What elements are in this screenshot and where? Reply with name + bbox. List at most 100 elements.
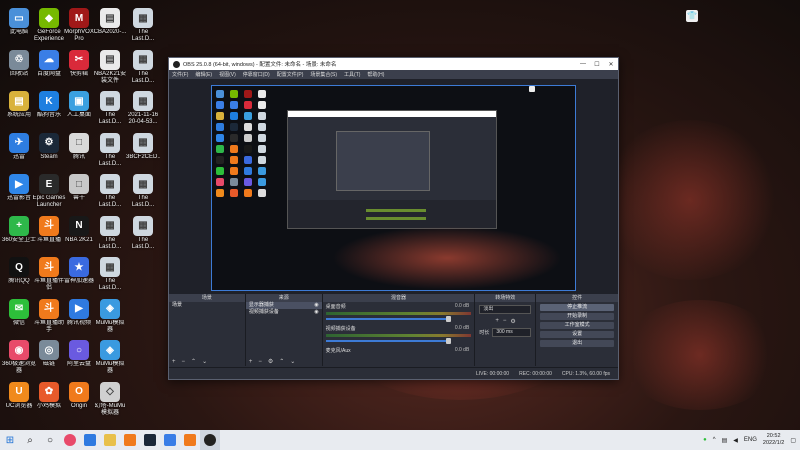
duration-input[interactable]: 300 ms [492, 328, 532, 337]
start-recording-button[interactable]: 开始录制 [540, 313, 614, 320]
desktop-icon[interactable]: E Epic Games Launcher [32, 174, 66, 209]
desktop-icon[interactable]: ◇ 幻塔-MuMu模拟器 [93, 381, 127, 417]
desktop-icon[interactable]: ▶ 迅雷影音 [2, 174, 36, 209]
remove-source-button[interactable]: − [258, 359, 262, 365]
desktop-icon[interactable]: ▦ The Last.D... [126, 49, 160, 85]
task-view-icon[interactable]: ○ [40, 430, 60, 450]
scene-item[interactable]: 场景 [169, 302, 245, 309]
stop-streaming-button[interactable]: 停止推流 [540, 304, 614, 311]
desktop-icon[interactable]: ▦ The Last.D... [93, 215, 127, 251]
desktop-icon[interactable]: ▦ The Last.D... [93, 91, 127, 126]
desktop-icon[interactable]: ♲ 回收站 [2, 49, 36, 85]
menu-view[interactable]: 视图(V) [219, 71, 236, 78]
menu-file[interactable]: 文件(F) [172, 71, 188, 78]
notification-icon[interactable]: ^ [713, 437, 716, 443]
steam-taskbar-icon[interactable] [140, 430, 160, 450]
desktop-icon[interactable]: ▦ The Last.D... [126, 8, 160, 43]
desktop-icon[interactable]: K 酷狗音乐 [32, 91, 66, 126]
clock[interactable]: 20:52 2022/1/2 [763, 433, 784, 447]
remove-transition-button[interactable]: − [503, 318, 507, 325]
obs-taskbar-icon[interactable] [200, 430, 220, 450]
volume-slider[interactable] [325, 316, 452, 322]
desktop-icon[interactable]: +360安全卫士 [2, 215, 36, 251]
desktop-icon[interactable]: ▦ The Last.D... [126, 215, 160, 251]
menu-edit[interactable]: 编辑(E) [195, 71, 212, 78]
browser-taskbar-icon[interactable] [60, 430, 80, 450]
add-transition-button[interactable]: + [495, 318, 499, 325]
gear-icon[interactable]: ⚙ [268, 358, 273, 365]
desktop-icon[interactable]: ✂ 快剪辑 [62, 49, 96, 85]
desktop-icon[interactable]: O Origin [62, 381, 96, 417]
desktop-icon[interactable]: ◎ 磁链 [32, 340, 66, 375]
source-item[interactable]: 视频捕获设备 ◉ [246, 309, 322, 316]
source-item[interactable]: 显示器捕获 ◉ [245, 302, 322, 309]
desktop-icon[interactable]: ⚙ Steam [32, 132, 66, 168]
menu-help[interactable]: 帮助(H) [367, 71, 384, 78]
desktop-icon[interactable]: □ 兽千 [62, 174, 96, 209]
desktop-icon[interactable]: 斗斗鱼直播 [32, 215, 66, 251]
network-icon[interactable]: ▤ [722, 437, 728, 444]
desktop-icon[interactable]: M MorphVOX Pro [62, 8, 96, 43]
desktop-icon[interactable]: ◉ 360极速浏览器 [2, 340, 36, 375]
desktop-icon[interactable]: ✈ 迅雷 [2, 132, 36, 168]
menu-scene-collection[interactable]: 场景集合(S) [310, 71, 337, 78]
desktop-icon[interactable]: ▦ The Last.D... [126, 174, 160, 209]
desktop-icon[interactable]: ▤ NBA2K21安装文件 [93, 49, 127, 85]
program-preview[interactable] [211, 85, 576, 291]
desktop-icon[interactable]: ◈ MuMu模拟器 [93, 298, 127, 334]
douyu-taskbar-icon[interactable] [120, 430, 140, 450]
settings-button[interactable]: 设置 [540, 331, 614, 338]
desktop-icon[interactable]: ▦ 3BCF2CED... [126, 132, 160, 168]
desktop-icon[interactable]: ✿ 小鸡模拟 [32, 381, 66, 417]
desktop-icon[interactable]: ◆ GeForce Experience [32, 8, 66, 43]
desktop-icon[interactable]: ▦ The Last.D... [93, 132, 127, 168]
file-explorer-icon[interactable] [100, 430, 120, 450]
windows-start-icon[interactable]: ⊞ [0, 430, 20, 450]
desktop-icon[interactable]: □ 腾讯 [62, 132, 96, 168]
eye-icon[interactable]: ◉ [314, 309, 318, 316]
transition-select[interactable]: 淡出 [479, 305, 532, 314]
desktop-icon[interactable]: ◈ MuMu模拟器 [93, 340, 127, 375]
desktop-icon[interactable]: ▶ 腾讯视频 [62, 298, 96, 334]
desktop-icon[interactable]: ★ 雷神加速器 [62, 257, 96, 292]
desktop-icon[interactable]: ☁ 百度网盘 [32, 49, 66, 85]
menu-profile[interactable]: 配置文件(P) [277, 71, 304, 78]
language-indicator[interactable]: ENG [744, 437, 757, 443]
volume-icon[interactable]: ◀ [733, 437, 738, 444]
move-up-icon[interactable]: ⌃ [279, 358, 284, 365]
desktop-icon[interactable]: 斗斗鱼直播伴侣 [32, 257, 66, 292]
move-up-icon[interactable]: ⌃ [191, 358, 196, 365]
desktop-icon[interactable]: Q 腾讯QQ [2, 257, 36, 292]
action-center-icon[interactable]: ▢ [790, 437, 796, 444]
desktop-icon[interactable]: ○ 阿里云盘 [62, 340, 96, 375]
eye-icon[interactable]: ◉ [314, 302, 318, 309]
remove-scene-button[interactable]: − [182, 359, 186, 365]
menu-docks[interactable]: 停靠窗口(D) [243, 71, 270, 78]
exit-button[interactable]: 退出 [540, 340, 614, 347]
volume-slider[interactable] [325, 338, 452, 344]
studio-mode-button[interactable]: 工作室模式 [540, 322, 614, 329]
move-down-icon[interactable]: ⌄ [290, 358, 295, 365]
desktop-icon[interactable]: ▤ CBA2020-... [93, 8, 127, 43]
desktop-icon[interactable]: ▦ 2021-11-16 20-04-53... [126, 91, 160, 126]
app-taskbar-icon[interactable] [80, 430, 100, 450]
maximize-button[interactable]: ☐ [590, 61, 604, 68]
move-down-icon[interactable]: ⌄ [202, 358, 207, 365]
add-scene-button[interactable]: + [172, 359, 176, 365]
search-icon[interactable]: ⌕ [20, 430, 40, 450]
menu-tools[interactable]: 工具(T) [344, 71, 360, 78]
desktop-icon[interactable]: ✉ 微信 [2, 298, 36, 334]
desktop-icon[interactable]: ▭ 此电脑 [2, 8, 36, 43]
close-button[interactable]: ✕ [604, 61, 618, 68]
douyu-taskbar-icon[interactable] [180, 430, 200, 450]
minimize-button[interactable]: — [576, 61, 590, 67]
shirt-icon[interactable]: 👕 [686, 10, 698, 22]
desktop-icon[interactable]: N NBA 2K21 [62, 215, 96, 251]
add-source-button[interactable]: + [249, 359, 253, 365]
desktop-icon[interactable]: ▤ 系统应用 [2, 91, 36, 126]
store-taskbar-icon[interactable] [160, 430, 180, 450]
wechat-tray-icon[interactable]: ● [703, 437, 707, 443]
desktop-icon[interactable]: ▦ The Last.D... [93, 257, 127, 292]
gear-icon[interactable]: ⚙ [510, 318, 515, 325]
desktop-icon[interactable]: ▦ The Last.D... [93, 174, 127, 209]
